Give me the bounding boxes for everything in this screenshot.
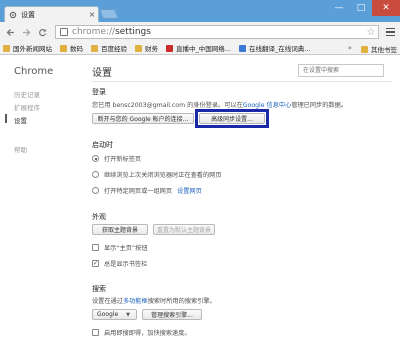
sidebar-item-extensions[interactable]: 扩展程序 bbox=[14, 102, 40, 112]
url-text: chrome://settings bbox=[72, 27, 151, 37]
more-bookmarks-button[interactable]: » bbox=[348, 44, 352, 52]
new-tab-button[interactable] bbox=[99, 9, 119, 19]
chrome-menu-icon[interactable] bbox=[383, 27, 397, 37]
browser-toolbar: chrome://settings ☆ bbox=[0, 22, 400, 42]
settings-main: 设置 登录 您已用 bensc2003@gmail.com 的身份登录。可以在G… bbox=[92, 56, 400, 341]
folder-icon bbox=[3, 44, 10, 52]
minimize-button[interactable]: — bbox=[328, 0, 350, 16]
reset-theme-button[interactable]: 重置为默认主题背景 bbox=[153, 224, 215, 235]
radio-button[interactable] bbox=[92, 171, 99, 178]
startup-option-specific-pages[interactable]: 打开特定网页或一组网页 设置网页 bbox=[92, 186, 202, 195]
settings-tab-icon bbox=[9, 11, 17, 19]
get-themes-button[interactable]: 获取主题背景 bbox=[92, 224, 148, 235]
radio-button[interactable] bbox=[92, 187, 99, 194]
bookmark-item[interactable]: 国外新闻网站 bbox=[3, 43, 52, 53]
other-bookmarks[interactable]: 其他书签 bbox=[361, 44, 397, 54]
checkbox[interactable] bbox=[92, 244, 99, 251]
bookmark-item[interactable]: 财务 bbox=[135, 43, 158, 53]
forward-button[interactable] bbox=[19, 25, 33, 39]
page-icon bbox=[60, 28, 68, 36]
tab-settings[interactable]: 设置 × bbox=[4, 6, 99, 22]
search-engine-select[interactable]: Google ▼ bbox=[92, 309, 137, 320]
radio-button[interactable] bbox=[92, 155, 99, 162]
chevron-down-icon: ▼ bbox=[126, 311, 131, 318]
sidebar-item-help[interactable]: 帮助 bbox=[14, 144, 27, 154]
dashboard-link[interactable]: Google 信息中心 bbox=[243, 102, 292, 109]
search-description: 设置在通过多功能框搜索时所用的搜索引擎。 bbox=[92, 298, 216, 305]
set-pages-link[interactable]: 设置网页 bbox=[177, 186, 202, 195]
back-arrow-icon bbox=[6, 28, 14, 36]
reload-icon bbox=[38, 28, 46, 36]
close-window-button[interactable]: ✕ bbox=[372, 0, 400, 16]
disconnect-account-button[interactable]: 断开与您的 Google 帐户的连接... bbox=[92, 113, 194, 124]
folder-icon bbox=[361, 45, 368, 53]
reload-button[interactable] bbox=[35, 25, 49, 39]
startup-option-continue[interactable]: 继续浏览上次关闭浏览器时正在查看的网页 bbox=[92, 170, 222, 179]
active-marker bbox=[5, 114, 7, 123]
site-favicon-icon bbox=[238, 44, 246, 52]
signin-description: 您已用 bensc2003@gmail.com 的身份登录。可以在Google … bbox=[92, 102, 347, 109]
chrome-brand: Chrome bbox=[14, 66, 54, 77]
settings-search-input[interactable] bbox=[298, 64, 384, 77]
forward-arrow-icon bbox=[22, 28, 30, 36]
title-bar: 设置 × — □ ✕ bbox=[0, 0, 400, 22]
site-favicon-icon bbox=[166, 44, 173, 52]
folder-icon bbox=[135, 44, 142, 52]
startup-heading: 启动时 bbox=[92, 141, 113, 149]
tab-title: 设置 bbox=[21, 10, 35, 19]
settings-sidebar: Chrome 历史记录 扩展程序 设置 帮助 bbox=[0, 56, 72, 341]
show-bookmarks-option[interactable]: ✓ 总是显示书签栏 bbox=[92, 259, 147, 268]
bookmark-item[interactable]: 百度经验 bbox=[91, 43, 127, 53]
folder-icon bbox=[60, 44, 67, 52]
appearance-heading: 外观 bbox=[92, 213, 106, 221]
show-home-option[interactable]: 显示“主页”按钮 bbox=[92, 243, 148, 252]
checkbox[interactable] bbox=[92, 329, 99, 336]
bookmark-item[interactable]: 数码 bbox=[60, 43, 83, 53]
omnibox-link[interactable]: 多功能框 bbox=[123, 298, 148, 305]
folder-icon bbox=[91, 44, 98, 52]
search-heading: 搜索 bbox=[92, 285, 106, 293]
back-button[interactable] bbox=[3, 25, 17, 39]
manage-search-engines-button[interactable]: 管理搜索引擎... bbox=[142, 309, 202, 320]
bookmark-star-icon[interactable]: ☆ bbox=[364, 27, 378, 38]
bookmarks-bar: 国外新闻网站 数码 百度经验 财务 直播中_中国网络... 在线翻译_在线词典.… bbox=[0, 42, 400, 55]
checkbox-checked-icon[interactable]: ✓ bbox=[92, 260, 99, 267]
instant-search-option[interactable]: 启用即搜即得，加快搜索速度。 bbox=[92, 328, 191, 337]
bookmark-item[interactable]: 在线翻译_在线词典... bbox=[238, 43, 310, 53]
page-title: 设置 bbox=[92, 68, 112, 79]
address-bar[interactable]: chrome://settings ☆ bbox=[55, 25, 379, 39]
sidebar-item-settings[interactable]: 设置 bbox=[14, 115, 27, 125]
maximize-button[interactable]: □ bbox=[350, 0, 372, 16]
tab-close-icon[interactable]: × bbox=[86, 10, 98, 19]
bookmark-item[interactable]: 直播中_中国网络... bbox=[166, 43, 231, 53]
highlight-box bbox=[195, 109, 269, 128]
signin-heading: 登录 bbox=[92, 88, 106, 96]
startup-option-newtab[interactable]: 打开新标签页 bbox=[92, 154, 141, 163]
divider bbox=[92, 81, 392, 82]
sidebar-item-history[interactable]: 历史记录 bbox=[14, 89, 40, 99]
